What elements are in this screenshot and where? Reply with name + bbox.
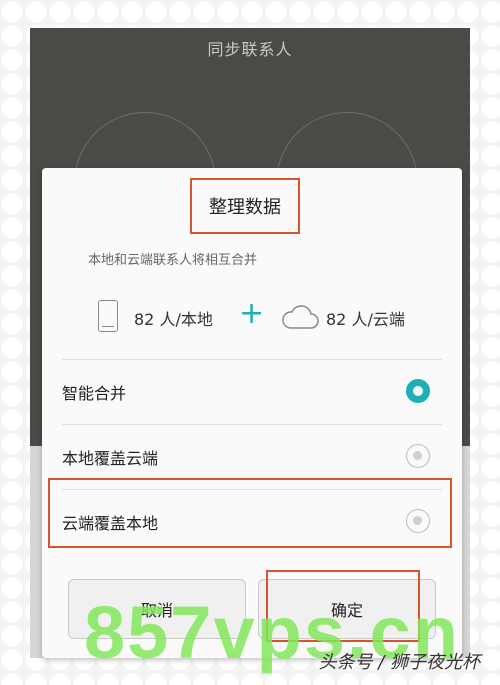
radio-unchecked-icon[interactable] xyxy=(406,509,430,533)
phone-icon xyxy=(98,300,118,332)
divider xyxy=(62,424,442,425)
screen-title: 同步联系人 xyxy=(207,40,293,59)
divider xyxy=(62,359,442,360)
cloud-icon xyxy=(282,305,319,329)
radio-checked-icon[interactable] xyxy=(406,379,430,403)
option-cloud-overwrite-local[interactable]: 云端覆盖本地 xyxy=(42,492,462,552)
option-label: 云端覆盖本地 xyxy=(62,514,159,533)
dialog-title: 整理数据 xyxy=(209,197,281,218)
radio-unchecked-icon[interactable] xyxy=(406,444,430,468)
local-count: 82 人/本地 xyxy=(134,310,213,329)
option-label: 本地覆盖云端 xyxy=(62,449,159,468)
title-highlight: 整理数据 xyxy=(190,178,300,234)
option-label: 智能合并 xyxy=(62,384,127,403)
plus-icon: + xyxy=(239,296,265,331)
dialog-subtitle: 本地和云端联系人将相互合并 xyxy=(88,253,258,268)
cloud-count: 82 人/云端 xyxy=(326,310,405,329)
contact-counts: 82 人/本地 + 82 人/云端 xyxy=(42,296,462,340)
option-smart-merge[interactable]: 智能合并 xyxy=(42,362,462,422)
organize-data-dialog: 整理数据 本地和云端联系人将相互合并 82 人/本地 + 82 人/云端 智能合… xyxy=(42,168,462,658)
watermark-credit: 头条号 / 狮子夜光杯 xyxy=(318,652,480,673)
